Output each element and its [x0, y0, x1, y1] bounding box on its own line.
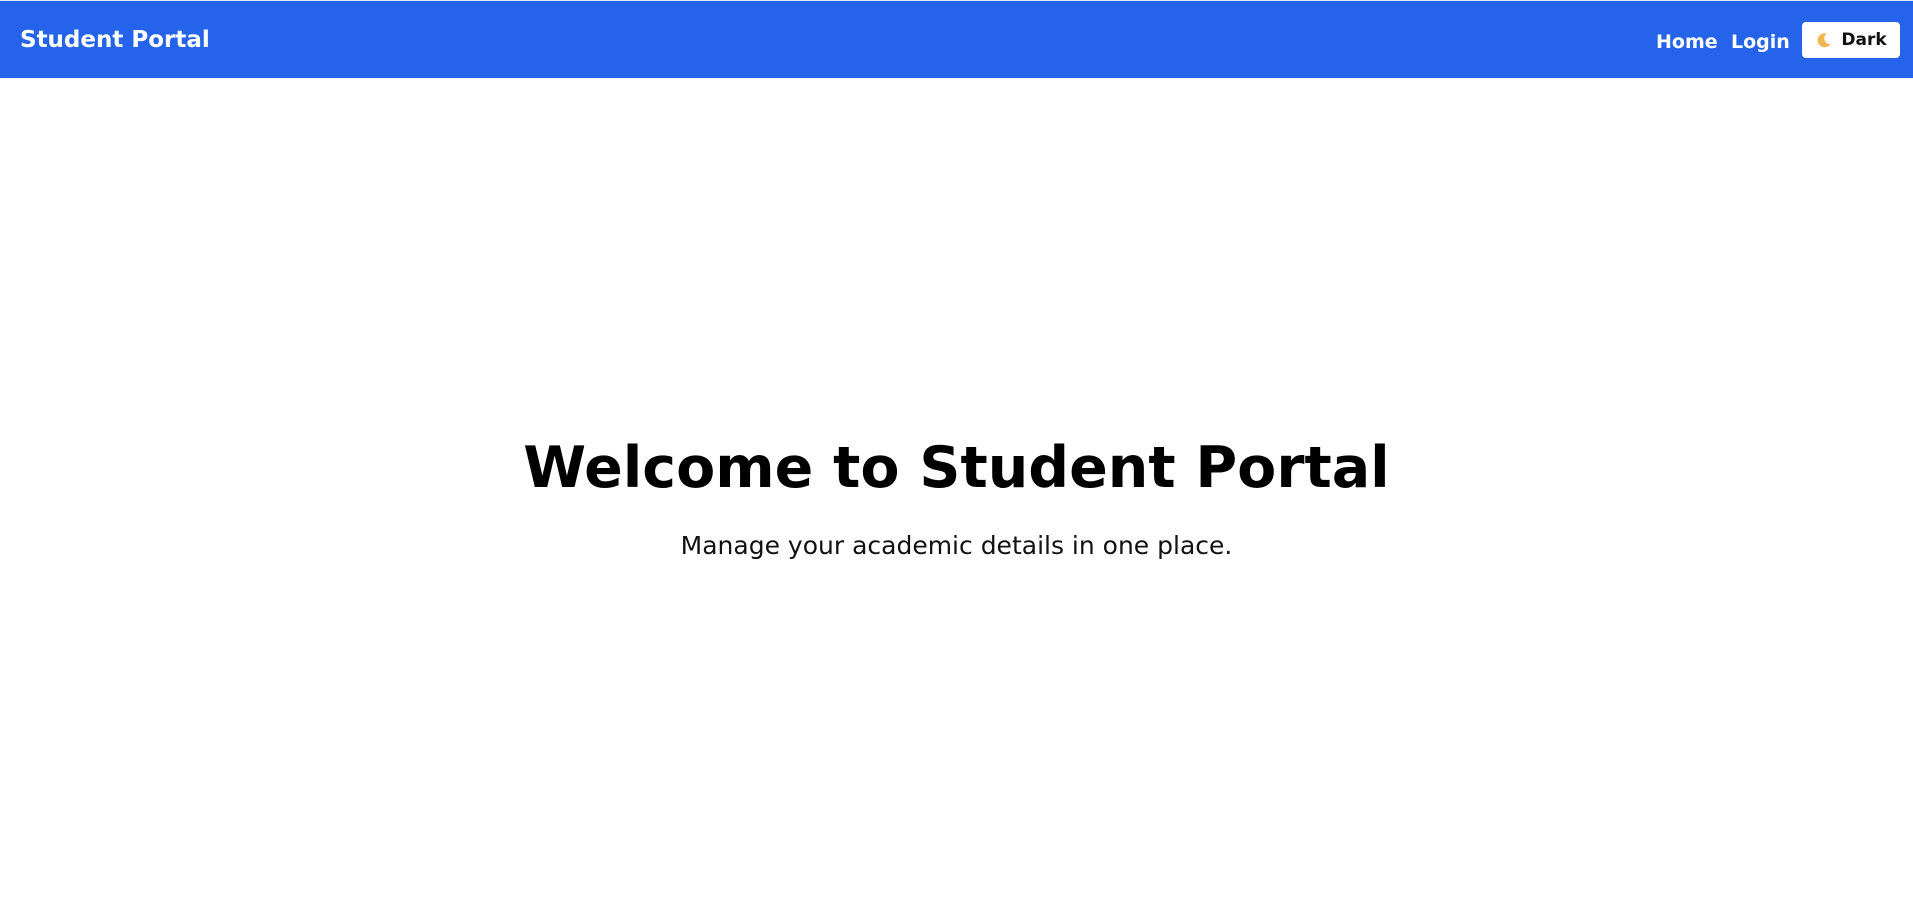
- moon-icon: [1815, 31, 1833, 49]
- theme-toggle-button[interactable]: Dark: [1802, 22, 1900, 58]
- top-navbar: Student Portal Home Login Dark: [0, 0, 1913, 78]
- brand-logo-text[interactable]: Student Portal: [20, 27, 210, 53]
- hero-title: Welcome to Student Portal: [523, 435, 1390, 501]
- nav-link-login[interactable]: Login: [1731, 31, 1790, 53]
- hero-subtitle: Manage your academic details in one plac…: [680, 531, 1233, 560]
- nav-link-home[interactable]: Home: [1656, 31, 1718, 53]
- theme-toggle-label: Dark: [1841, 30, 1887, 50]
- hero-section: Welcome to Student Portal Manage your ac…: [0, 78, 1913, 914]
